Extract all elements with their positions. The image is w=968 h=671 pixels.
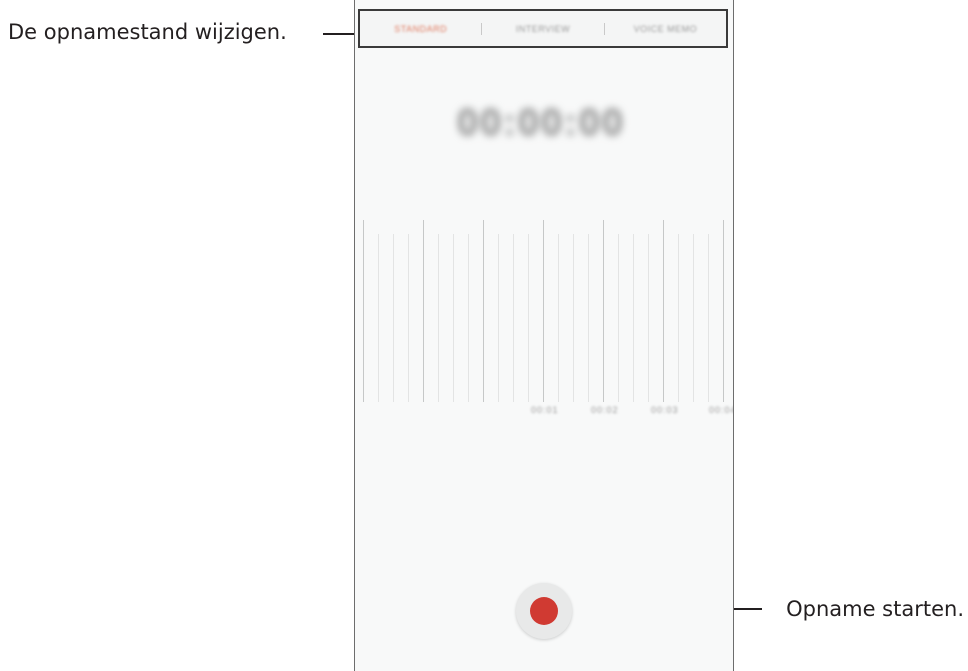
waveform-minor-gridline: [528, 234, 529, 402]
tab-voice-memo[interactable]: VOICE MEMO: [605, 24, 726, 34]
waveform-minor-gridline: [633, 234, 634, 402]
waveform-major-gridline: [363, 220, 364, 402]
waveform-minor-gridline: [618, 234, 619, 402]
callout-start-recording-label: Opname starten.: [786, 597, 964, 621]
timeline-markers: 00:01 00:02 00:03 00:04: [355, 405, 734, 417]
time-mark: 00:01: [531, 405, 559, 415]
voice-recorder-screen: STANDARD INTERVIEW VOICE MEMO 00:00:00 0…: [354, 0, 734, 671]
time-mark: 00:02: [591, 405, 619, 415]
waveform-minor-gridline: [408, 234, 409, 402]
waveform-minor-gridline: [588, 234, 589, 402]
waveform-minor-gridline: [678, 234, 679, 402]
time-mark: 00:04: [709, 405, 734, 415]
waveform-major-gridline: [663, 220, 664, 402]
recording-timer: 00:00:00: [456, 101, 626, 144]
waveform-minor-gridline: [498, 234, 499, 402]
callout-change-mode-label: De opnamestand wijzigen.: [8, 20, 287, 44]
waveform-minor-gridline: [708, 234, 709, 402]
waveform-minor-gridline: [393, 234, 394, 402]
waveform-minor-gridline: [648, 234, 649, 402]
waveform-major-gridline: [543, 220, 544, 402]
waveform-minor-gridline: [378, 234, 379, 402]
waveform-minor-gridline: [438, 234, 439, 402]
waveform-minor-gridline: [513, 234, 514, 402]
tab-standard[interactable]: STANDARD: [360, 24, 481, 34]
recording-mode-tabs: STANDARD INTERVIEW VOICE MEMO: [358, 9, 728, 48]
tab-interview[interactable]: INTERVIEW: [482, 24, 603, 34]
record-button[interactable]: [516, 583, 572, 639]
waveform-minor-gridline: [453, 234, 454, 402]
waveform-major-gridline: [423, 220, 424, 402]
record-dot-icon: [530, 597, 558, 625]
waveform-grid: [355, 220, 733, 402]
waveform-minor-gridline: [558, 234, 559, 402]
waveform-major-gridline: [603, 220, 604, 402]
waveform-major-gridline: [723, 220, 724, 402]
time-mark: 00:03: [651, 405, 679, 415]
waveform-minor-gridline: [468, 234, 469, 402]
waveform-minor-gridline: [693, 234, 694, 402]
waveform-minor-gridline: [573, 234, 574, 402]
waveform-major-gridline: [483, 220, 484, 402]
